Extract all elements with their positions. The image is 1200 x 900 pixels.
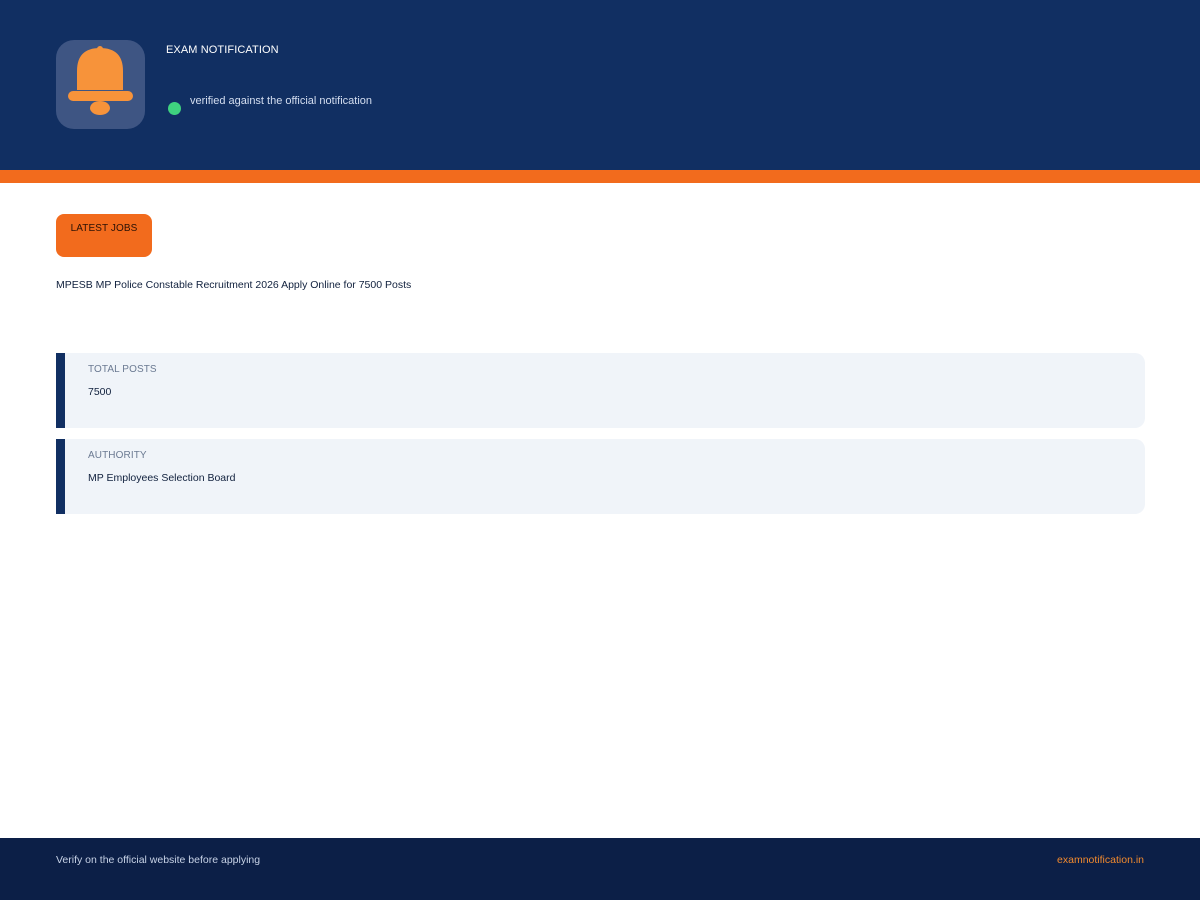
brand-title: EXAM NOTIFICATION: [166, 44, 279, 56]
job-headline: MPESB MP Police Constable Recruitment 20…: [56, 279, 412, 291]
footer-site-link[interactable]: examnotification.in: [1057, 854, 1144, 866]
info-card-label: AUTHORITY: [88, 450, 147, 461]
accent-stripe: [0, 170, 1200, 183]
info-card-label: TOTAL POSTS: [88, 364, 157, 375]
info-card-value: MP Employees Selection Board: [88, 472, 236, 484]
info-card-authority: AUTHORITY MP Employees Selection Board: [56, 439, 1145, 514]
header: EXAM NOTIFICATION verified against the o…: [0, 0, 1200, 170]
bell-icon: [68, 46, 133, 115]
info-card-value: 7500: [88, 386, 112, 398]
info-card-total-posts: TOTAL POSTS 7500: [56, 353, 1145, 428]
verified-status-dot: [168, 102, 181, 115]
page: EXAM NOTIFICATION verified against the o…: [0, 0, 1200, 900]
category-badge: LATEST JOBS: [56, 214, 152, 257]
app-logo-tile: [56, 40, 145, 129]
footer: Verify on the official website before ap…: [0, 838, 1200, 900]
verified-status-text: verified against the official notificati…: [190, 95, 373, 107]
footer-disclaimer: Verify on the official website before ap…: [56, 854, 261, 866]
